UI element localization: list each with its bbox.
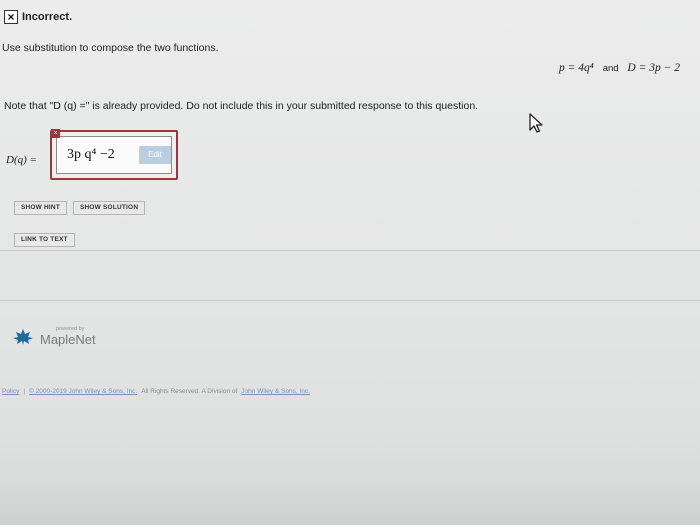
divider <box>0 250 700 251</box>
p-expression: p = 4q⁴ <box>559 62 594 74</box>
logo-text: powered by MapleNet <box>40 326 96 347</box>
help-buttons: SHOW HINT SHOW SOLUTION <box>14 201 146 215</box>
maplenet-logo: powered by MapleNet <box>12 326 96 347</box>
screen: × Incorrect. Use substitution to compose… <box>0 0 700 525</box>
note-text: Note that "D (q) =" is already provided.… <box>4 100 479 112</box>
footer-rights: All Rights Reserved. A Division of <box>141 388 238 395</box>
error-icon: × <box>51 129 60 138</box>
answer-value: 3p q⁴ −2 <box>67 147 115 162</box>
page-background <box>0 420 700 525</box>
edit-button[interactable]: Edit <box>139 146 171 164</box>
policy-link[interactable]: Policy <box>2 388 19 395</box>
cursor-arrow-icon <box>529 113 543 133</box>
link-to-text-button[interactable]: LINK TO TEXT <box>14 233 75 247</box>
d-expression: D = 3p − 2 <box>627 62 680 74</box>
instruction-text: Use substitution to compose the two func… <box>2 42 219 54</box>
show-hint-button[interactable]: SHOW HINT <box>14 201 67 215</box>
maple-leaf-icon <box>13 328 33 345</box>
footer: Policy | © 2000-2019 John Wiley & Sons, … <box>2 388 310 395</box>
logo-name: MapleNet <box>40 332 96 347</box>
answer-input[interactable]: 3p q⁴ −2 Edit <box>56 136 172 174</box>
answer-label: D(q) = <box>6 154 37 166</box>
and-word: and <box>602 63 619 74</box>
status-text: Incorrect. <box>22 11 73 23</box>
divider <box>0 300 700 301</box>
copyright-link[interactable]: © 2000-2019 John Wiley & Sons, Inc. <box>29 388 137 395</box>
status-bar: × Incorrect. <box>4 10 72 24</box>
given-functions: p = 4q⁴ and D = 3p − 2 <box>559 62 680 74</box>
answer-row: D(q) = × 3p q⁴ −2 Edit <box>6 129 178 180</box>
link-row: LINK TO TEXT <box>14 228 75 247</box>
close-icon: × <box>4 10 18 24</box>
show-solution-button[interactable]: SHOW SOLUTION <box>73 201 146 215</box>
footer-separator: | <box>23 388 26 395</box>
company-link[interactable]: John Wiley & Sons, Inc. <box>241 388 310 395</box>
answer-frame: × 3p q⁴ −2 Edit <box>50 129 178 180</box>
